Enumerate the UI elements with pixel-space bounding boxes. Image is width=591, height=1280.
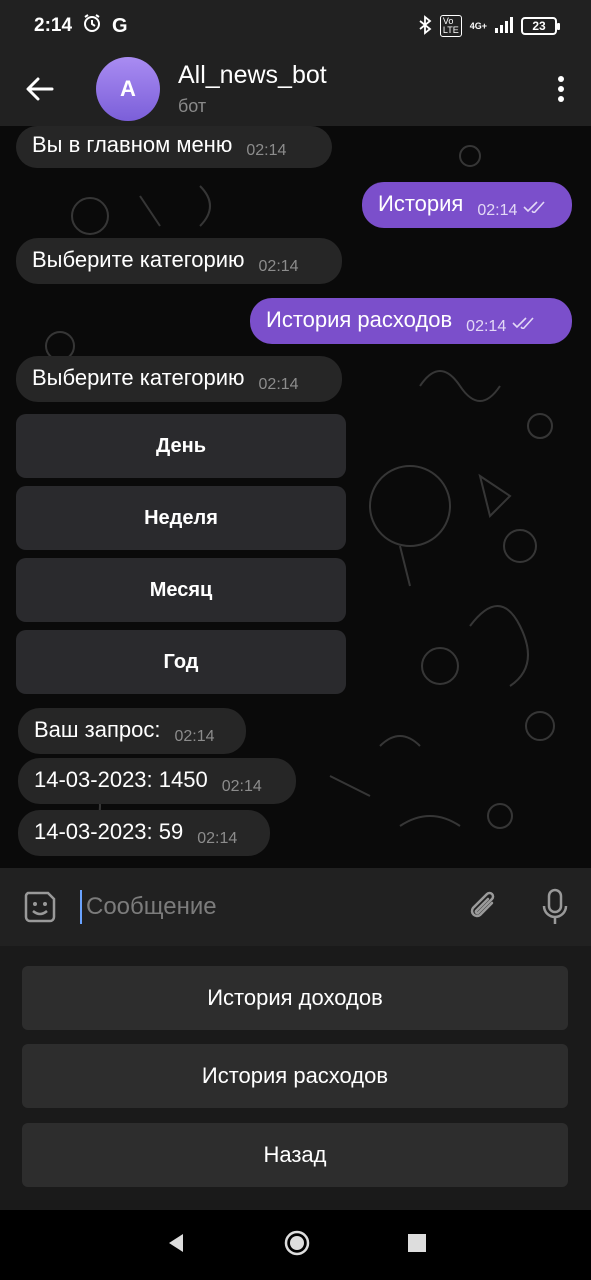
message-bubble-outgoing[interactable]: История 02:14 — [362, 182, 572, 228]
message-text: 14-03-2023: 59 — [34, 819, 184, 844]
reply-button-income-history[interactable]: История доходов — [22, 966, 568, 1030]
message-text: Выберите категорию — [32, 365, 245, 390]
reply-button-expense-history[interactable]: История расходов — [22, 1044, 568, 1108]
inline-button-year[interactable]: Год — [16, 630, 346, 694]
message-text: История — [378, 191, 464, 216]
back-button[interactable] — [0, 57, 80, 121]
message-bubble-incoming[interactable]: Выберите категорию 02:14 — [16, 356, 342, 402]
nav-recents-icon[interactable] — [407, 1233, 427, 1258]
google-icon: G — [112, 14, 128, 37]
network-label: 4G+ — [469, 21, 487, 31]
reply-button-back[interactable]: Назад — [22, 1123, 568, 1187]
chat-title: All_news_bot — [178, 61, 327, 89]
message-bubble-incoming[interactable]: 14-03-2023: 59 02:14 — [18, 810, 270, 856]
message-time: 02:14 — [466, 318, 507, 335]
avatar[interactable]: A — [96, 57, 160, 121]
message-bubble-outgoing[interactable]: История расходов 02:14 — [250, 298, 572, 344]
message-time: 02:14 — [246, 142, 287, 159]
more-vertical-icon — [558, 76, 564, 102]
message-bubble-incoming[interactable]: Выберите категорию 02:14 — [16, 238, 342, 284]
voice-message-button[interactable] — [519, 888, 591, 926]
microphone-icon — [542, 888, 568, 924]
message-composer — [0, 868, 591, 946]
system-nav-bar — [0, 1210, 591, 1280]
message-text: 14-03-2023: 1450 — [34, 767, 208, 792]
battery-icon: 23 — [521, 17, 560, 35]
nav-home-icon[interactable] — [283, 1229, 311, 1262]
message-time: 02:14 — [258, 258, 299, 275]
message-time: 02:14 — [258, 376, 299, 393]
message-time: 02:14 — [221, 778, 262, 795]
chat-header: A All_news_bot бот — [0, 52, 591, 126]
attach-button[interactable] — [447, 889, 519, 925]
message-text: История расходов — [266, 307, 453, 332]
inline-button-month[interactable]: Месяц — [16, 558, 346, 622]
message-text: Выберите категорию — [32, 247, 245, 272]
sticker-button[interactable] — [0, 889, 80, 925]
chat-title-block[interactable]: All_news_bot бот — [178, 61, 327, 117]
avatar-letter: A — [120, 76, 136, 101]
reply-keyboard: История доходов История расходов Назад — [0, 946, 591, 1210]
message-text: Ваш запрос: — [34, 717, 161, 742]
nav-back-icon[interactable] — [165, 1232, 187, 1259]
volte-icon: Vo LTE — [439, 15, 462, 37]
message-bubble-incoming[interactable]: Вы в главном меню 02:14 — [16, 126, 332, 168]
arrow-left-icon — [26, 77, 54, 101]
message-bubble-incoming[interactable]: 14-03-2023: 1450 02:14 — [18, 758, 296, 804]
chat-area[interactable]: Вы в главном меню 02:14 История 02:14 Вы… — [0, 126, 591, 868]
bluetooth-icon — [418, 14, 432, 38]
sticker-icon — [24, 891, 56, 923]
message-time: 02:14 — [174, 728, 215, 745]
status-bar: 2:14 G Vo LTE 4G+ 23 — [0, 0, 591, 52]
status-time: 2:14 — [34, 15, 73, 36]
battery-level: 23 — [532, 19, 546, 33]
paperclip-icon — [470, 891, 495, 918]
message-time: 02:14 — [197, 830, 238, 847]
double-check-icon — [523, 193, 549, 228]
chat-subtitle: бот — [178, 96, 207, 116]
more-menu-button[interactable] — [531, 59, 591, 119]
message-input[interactable] — [80, 890, 447, 924]
signal-icon — [495, 16, 513, 36]
inline-button-day[interactable]: День — [16, 414, 346, 478]
message-bubble-incoming[interactable]: Ваш запрос: 02:14 — [18, 708, 246, 754]
inline-button-week[interactable]: Неделя — [16, 486, 346, 550]
double-check-icon — [512, 309, 538, 344]
alarm-icon — [82, 13, 102, 39]
message-time: 02:14 — [477, 202, 518, 219]
message-text: Вы в главном меню — [32, 132, 233, 157]
